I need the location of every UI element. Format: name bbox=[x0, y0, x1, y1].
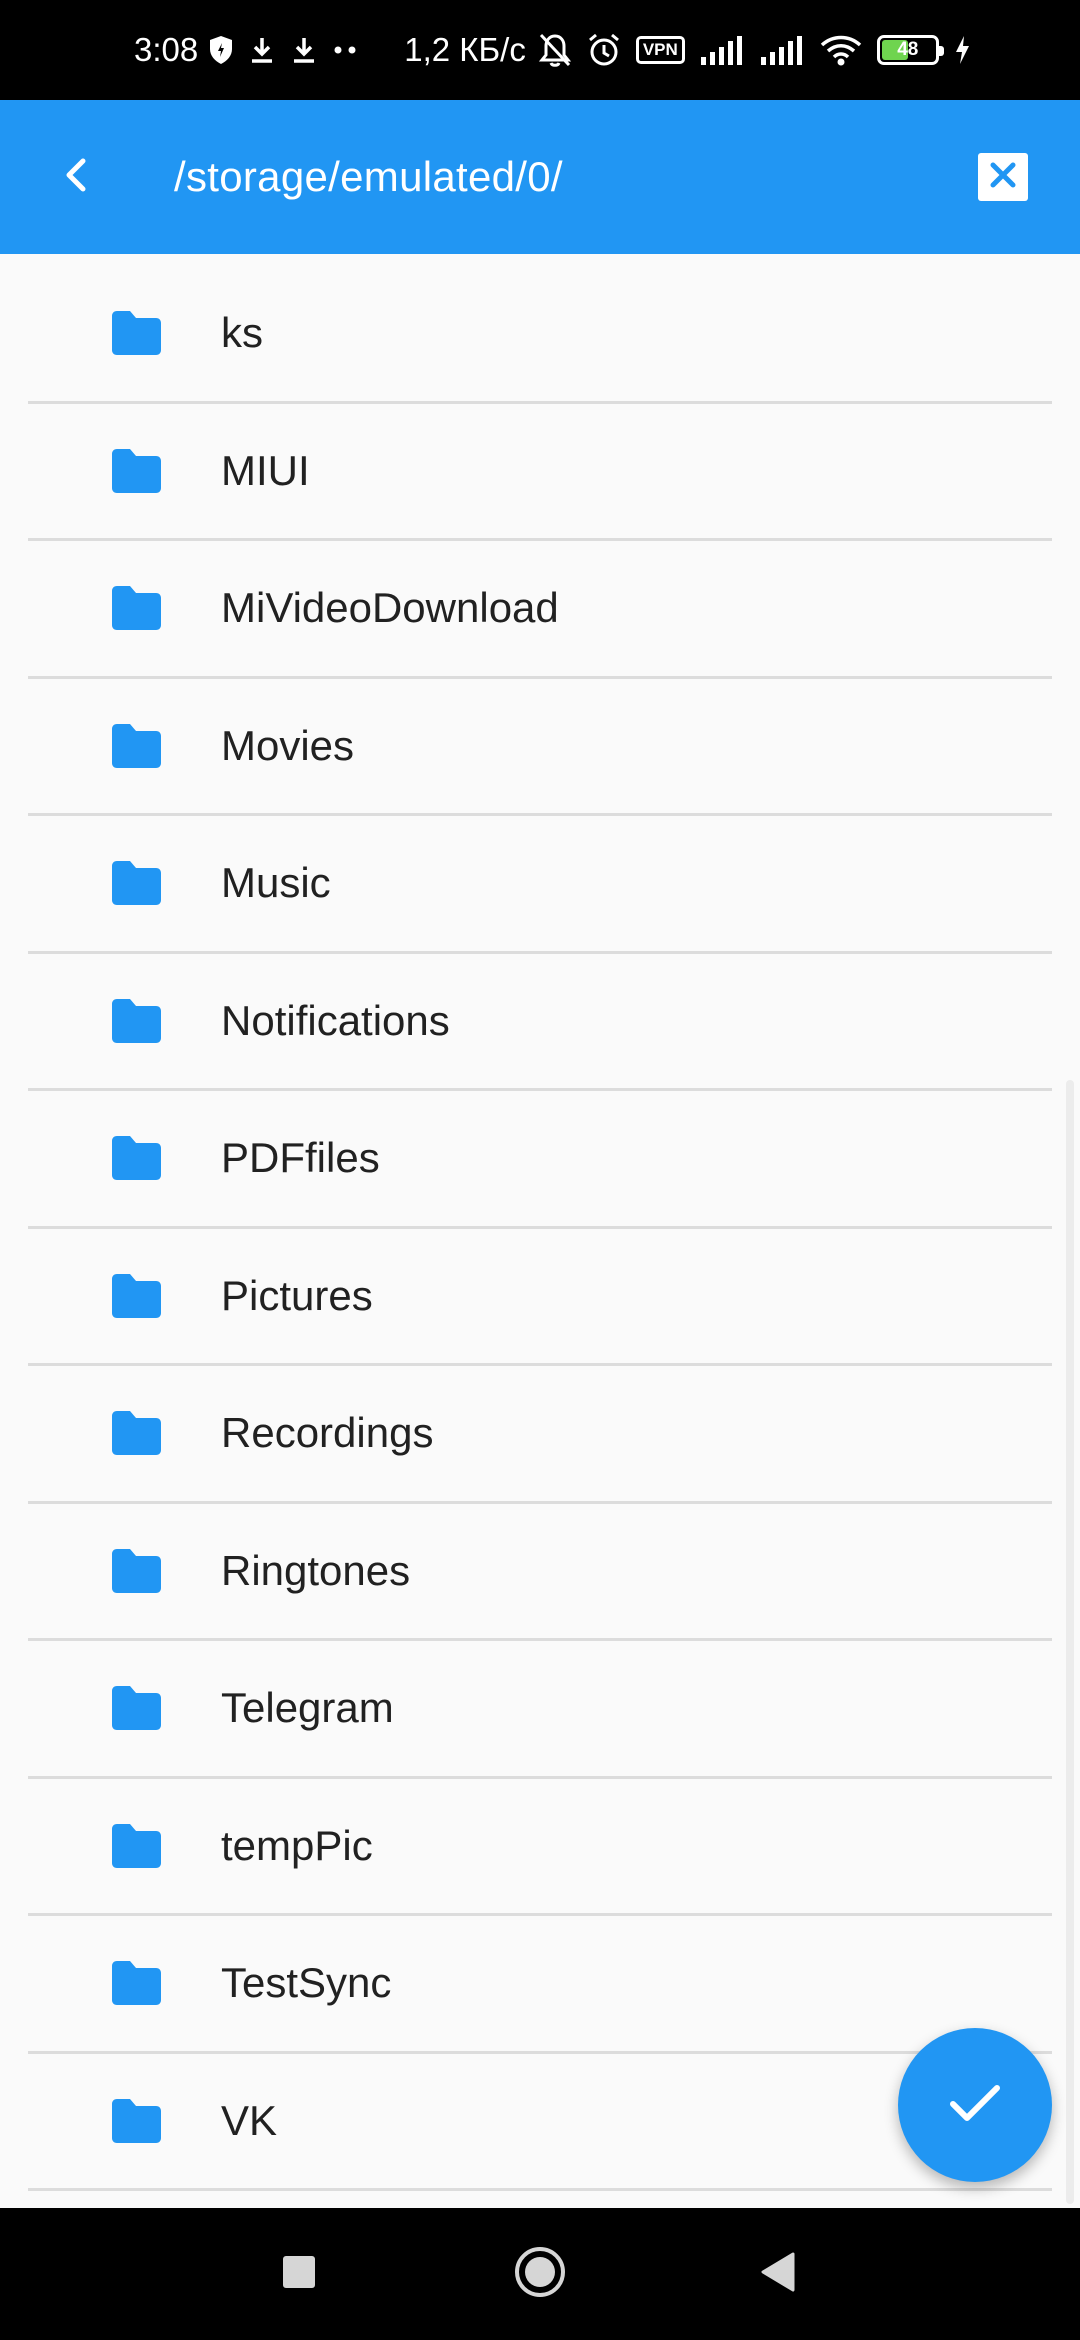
home-button[interactable] bbox=[495, 2229, 585, 2319]
folder-row[interactable]: Movies bbox=[28, 678, 1052, 816]
system-navigation-bar bbox=[0, 2208, 1080, 2340]
vpn-badge: VPN bbox=[635, 36, 685, 64]
check-icon bbox=[947, 2081, 1003, 2130]
folder-row[interactable]: Notifications bbox=[28, 953, 1052, 1091]
folder-name: ks bbox=[221, 309, 263, 357]
folder-icon bbox=[108, 723, 164, 769]
folder-row[interactable]: Pictures bbox=[28, 1228, 1052, 1366]
folder-row[interactable]: Telegram bbox=[28, 1641, 1052, 1779]
status-time: 3:08 bbox=[134, 31, 199, 68]
folder-name: TestSync bbox=[221, 1959, 392, 2007]
close-icon bbox=[988, 160, 1018, 195]
folder-icon bbox=[108, 1135, 164, 1181]
folder-name: Ringtones bbox=[221, 1546, 411, 1594]
folder-row[interactable]: MiVideoDownload bbox=[28, 541, 1052, 679]
signal-icon bbox=[759, 35, 805, 65]
folder-icon bbox=[108, 2098, 164, 2144]
folder-name: Pictures bbox=[221, 1271, 373, 1319]
bell-off-icon bbox=[538, 32, 572, 68]
folder-icon bbox=[108, 585, 164, 631]
alarm-icon bbox=[586, 32, 622, 68]
download-icon bbox=[290, 35, 318, 65]
folder-row[interactable]: MIUI bbox=[28, 403, 1052, 541]
folder-row[interactable]: VK bbox=[28, 2053, 1052, 2191]
folder-name: Notifications bbox=[221, 996, 450, 1044]
folder-icon bbox=[108, 1823, 164, 1869]
battery-level: 48 bbox=[897, 39, 919, 60]
back-nav-button[interactable] bbox=[732, 2229, 822, 2319]
folder-row[interactable]: Ringtones bbox=[28, 1503, 1052, 1641]
recents-button[interactable] bbox=[254, 2229, 344, 2319]
folder-name: PDFfiles bbox=[221, 1134, 380, 1182]
back-button[interactable] bbox=[36, 137, 116, 217]
folder-row[interactable]: Music bbox=[28, 816, 1052, 954]
chevron-left-icon bbox=[61, 157, 91, 198]
download-icon bbox=[248, 35, 276, 65]
folder-name: Telegram bbox=[221, 1684, 394, 1732]
folder-icon bbox=[108, 1960, 164, 2006]
folder-row[interactable]: Recordings bbox=[28, 1366, 1052, 1504]
folder-row[interactable]: TestSync bbox=[28, 1916, 1052, 2054]
folder-name: MiVideoDownload bbox=[221, 584, 559, 632]
folder-list: ks MIUI MiVideoDownload Movies Music Notifica… bbox=[28, 266, 1052, 2191]
triangle-back-icon bbox=[757, 2251, 797, 2298]
square-icon bbox=[281, 2254, 317, 2295]
folder-icon bbox=[108, 448, 164, 494]
close-button[interactable] bbox=[978, 153, 1028, 201]
folder-list-container[interactable]: ks MIUI MiVideoDownload Movies Music Notifica… bbox=[0, 254, 1080, 2208]
folder-name: Music bbox=[221, 859, 331, 907]
folder-name: VK bbox=[221, 2096, 278, 2144]
folder-row[interactable]: PDFfiles bbox=[28, 1091, 1052, 1229]
folder-icon bbox=[108, 1410, 164, 1456]
signal-icon bbox=[699, 35, 745, 65]
folder-icon bbox=[108, 998, 164, 1044]
network-speed: 1,2 КБ/с bbox=[404, 31, 526, 68]
charging-icon bbox=[953, 35, 971, 65]
folder-name: Recordings bbox=[221, 1409, 434, 1457]
folder-icon bbox=[108, 860, 164, 906]
folder-name: tempPic bbox=[221, 1821, 373, 1869]
confirm-button[interactable] bbox=[898, 2028, 1052, 2182]
status-bar: 3:08 1,2 КБ/с VPN 48 bbox=[0, 0, 1080, 100]
circle-icon bbox=[512, 2244, 568, 2305]
folder-icon bbox=[108, 1548, 164, 1594]
app-bar: /storage/emulated/0/ bbox=[0, 100, 1080, 254]
more-notifications-icon bbox=[332, 45, 360, 55]
folder-name: MIUI bbox=[221, 446, 310, 494]
folder-name: Movies bbox=[221, 721, 355, 769]
folder-icon bbox=[108, 1273, 164, 1319]
folder-icon bbox=[108, 1685, 164, 1731]
shield-icon bbox=[208, 35, 234, 65]
wifi-icon bbox=[819, 33, 863, 67]
folder-icon bbox=[108, 310, 164, 356]
scrollbar[interactable] bbox=[1066, 1080, 1074, 2204]
current-path-title: /storage/emulated/0/ bbox=[174, 153, 563, 200]
battery-icon: 48 bbox=[876, 35, 944, 65]
folder-row[interactable]: tempPic bbox=[28, 1778, 1052, 1916]
folder-row[interactable]: ks bbox=[28, 266, 1052, 404]
